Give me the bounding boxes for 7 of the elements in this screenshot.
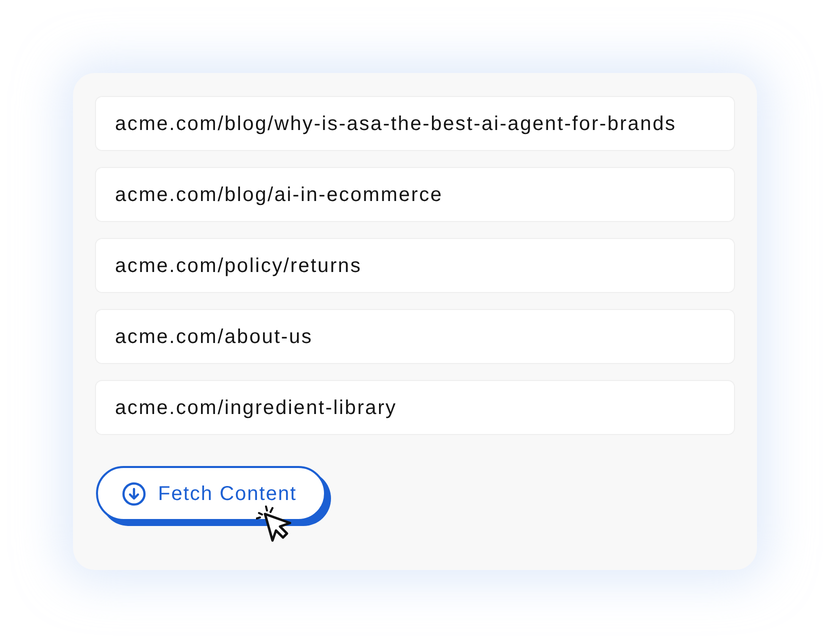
url-field[interactable]: acme.com/policy/returns xyxy=(95,238,735,293)
url-field[interactable]: acme.com/blog/ai-in-ecommerce xyxy=(95,167,735,222)
url-field[interactable]: acme.com/about-us xyxy=(95,309,735,364)
url-field[interactable]: acme.com/blog/why-is-asa-the-best-ai-agent-for-brands xyxy=(95,96,735,151)
url-field[interactable]: acme.com/ingredient-library xyxy=(95,380,735,435)
cursor-icon xyxy=(256,505,293,543)
download-icon xyxy=(122,482,146,506)
